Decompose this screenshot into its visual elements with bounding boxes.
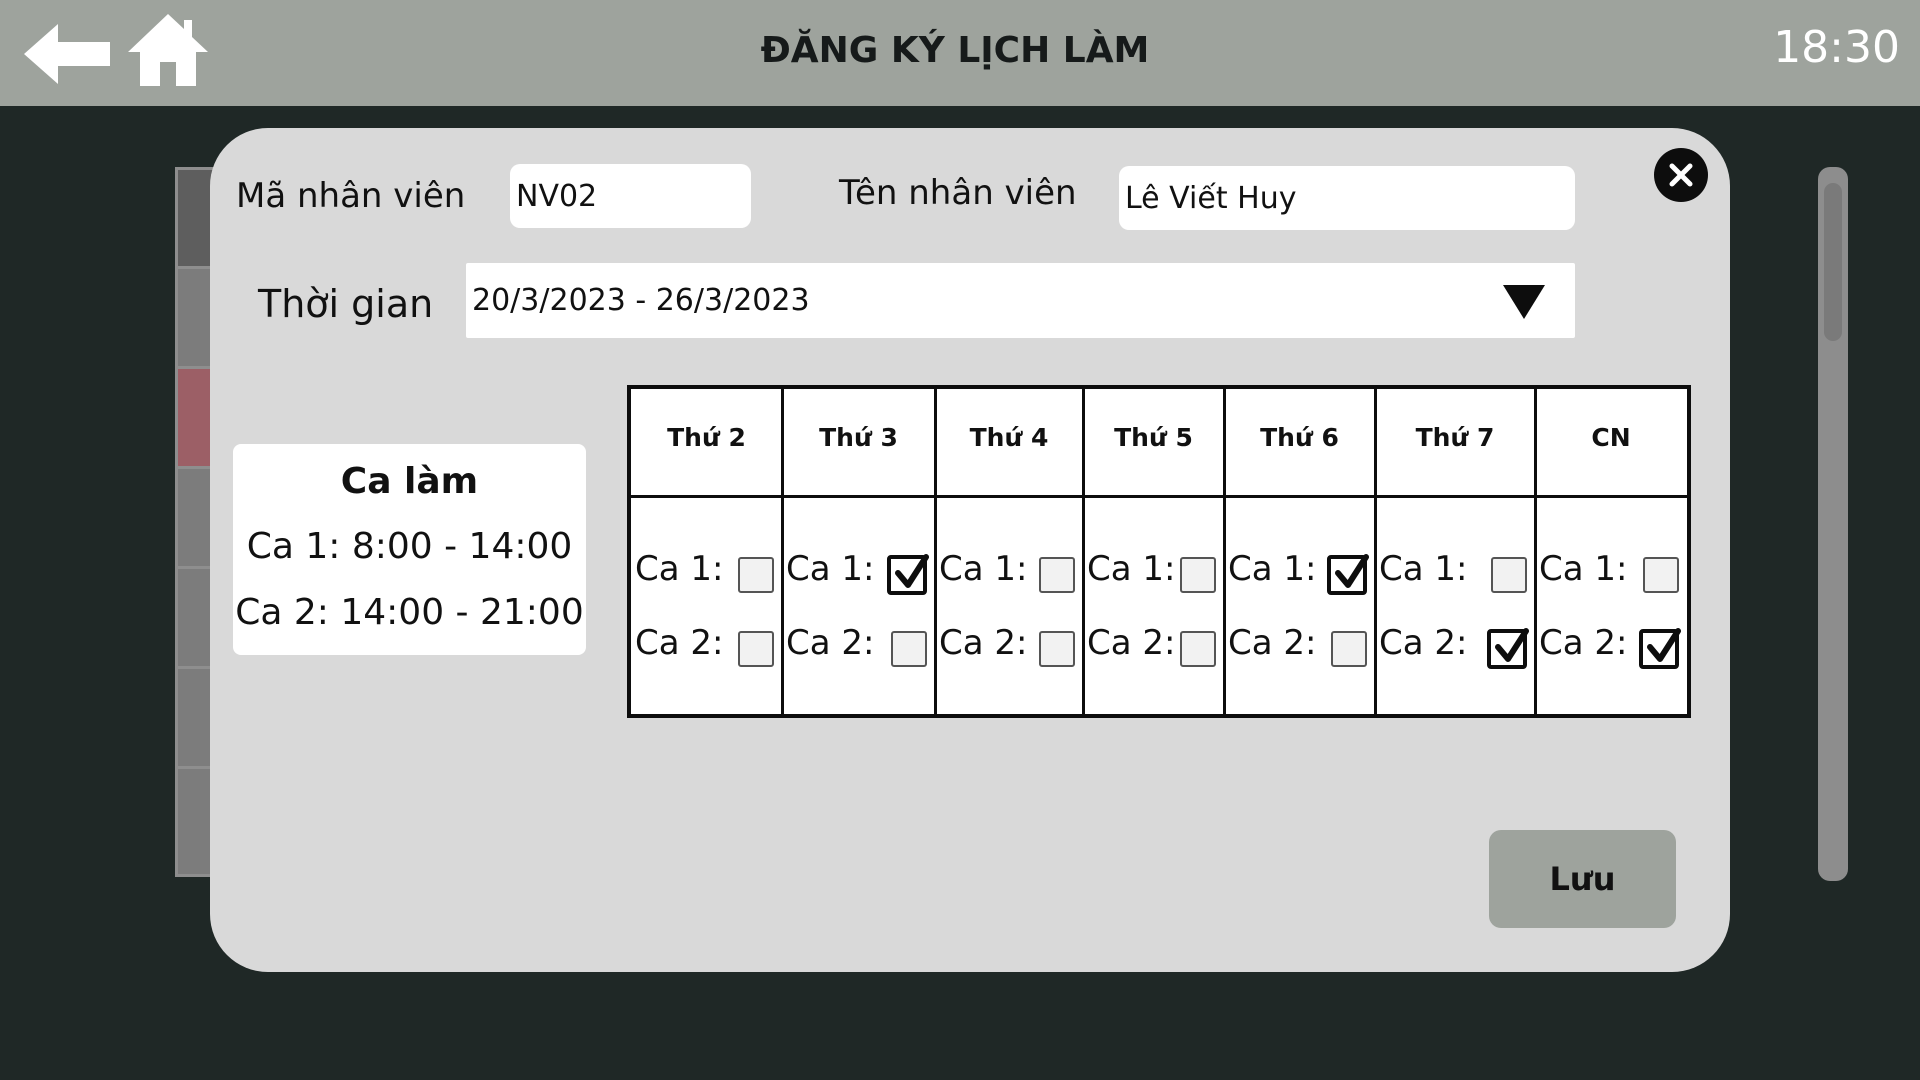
shift-1-checkbox[interactable] <box>1327 554 1369 595</box>
shift-2-label: Ca 2: <box>1228 623 1317 663</box>
employee-name-label: Tên nhân viên <box>839 173 1077 213</box>
shift-1-checkbox[interactable] <box>1180 557 1216 593</box>
shift-1-label: Ca 1: <box>1228 549 1317 589</box>
day-header: Thứ 7 <box>1415 423 1495 452</box>
shift-info-title: Ca làm <box>340 461 479 502</box>
check-icon <box>1495 628 1529 662</box>
shift-2-checkbox[interactable] <box>1180 631 1216 667</box>
shift-1-checkbox[interactable] <box>1039 557 1075 593</box>
shift-1-checkbox[interactable] <box>1643 557 1679 593</box>
shift-1-checkbox[interactable] <box>887 554 929 595</box>
employee-id-field[interactable]: NV02 <box>510 164 751 228</box>
shift-2-checkbox[interactable] <box>1487 628 1529 669</box>
shift-2-checkbox[interactable] <box>1331 631 1367 667</box>
shift-1-checkbox[interactable] <box>1491 557 1527 593</box>
check-icon <box>1335 554 1369 588</box>
page-title: ĐĂNG KÝ LỊCH LÀM <box>760 30 1150 71</box>
shift-1-label: Ca 1: <box>786 549 875 589</box>
save-button[interactable]: Lưu <box>1489 830 1676 928</box>
shift-2-checkbox[interactable] <box>891 631 927 667</box>
close-icon <box>1669 163 1693 187</box>
shift-1-info: Ca 1: 8:00 - 14:00 <box>246 526 573 567</box>
scrollbar-thumb[interactable] <box>1824 183 1842 341</box>
period-label: Thời gian <box>258 282 434 326</box>
employee-name-value: Lê Viết Huy <box>1125 180 1297 216</box>
shift-1-label: Ca 1: <box>1087 549 1176 589</box>
shift-2-checkbox[interactable] <box>1039 631 1075 667</box>
day-header: Thứ 3 <box>819 423 898 452</box>
day-header: Thứ 6 <box>1260 423 1339 452</box>
table-divider <box>631 495 1687 498</box>
shift-2-label: Ca 2: <box>635 623 724 663</box>
day-header: Thứ 4 <box>969 423 1049 452</box>
shift-2-info: Ca 2: 14:00 - 21:00 <box>235 592 584 633</box>
day-header: Thứ 5 <box>1114 423 1193 452</box>
close-button[interactable] <box>1654 148 1708 202</box>
top-bar: ĐĂNG KÝ LỊCH LÀM 18:30 <box>0 0 1920 106</box>
dropdown-arrow-icon <box>1503 285 1545 319</box>
schedule-table: Thứ 2 Ca 1: Ca 2: Thứ 3 Ca 1: Ca 2: Thứ 4 Ca 1:… <box>627 385 1691 718</box>
scrollbar[interactable] <box>1818 167 1848 881</box>
period-dropdown[interactable]: 20/3/2023 - 26/3/2023 <box>466 263 1575 338</box>
shift-1-label: Ca 1: <box>939 549 1028 589</box>
shift-1-checkbox[interactable] <box>738 557 774 593</box>
shift-2-label: Ca 2: <box>1539 623 1628 663</box>
shift-1-label: Ca 1: <box>635 549 724 589</box>
clock: 18:30 <box>1773 22 1900 73</box>
shift-2-checkbox[interactable] <box>738 631 774 667</box>
shift-2-label: Ca 2: <box>939 623 1028 663</box>
shift-2-checkbox[interactable] <box>1639 628 1681 669</box>
shift-2-label: Ca 2: <box>1087 623 1176 663</box>
employee-name-field[interactable]: Lê Viết Huy <box>1119 166 1575 230</box>
check-icon <box>895 554 929 588</box>
shift-info-box: Ca làm Ca 1: 8:00 - 14:00 Ca 2: 14:00 - … <box>233 444 586 655</box>
employee-id-value: NV02 <box>516 178 598 214</box>
day-header: Thứ 2 <box>667 423 746 452</box>
check-icon <box>1647 628 1681 662</box>
shift-2-label: Ca 2: <box>786 623 875 663</box>
shift-1-label: Ca 1: <box>1539 549 1628 589</box>
shift-2-label: Ca 2: <box>1379 623 1468 663</box>
day-header: CN <box>1591 423 1631 452</box>
period-value: 20/3/2023 - 26/3/2023 <box>472 283 810 318</box>
shift-1-label: Ca 1: <box>1379 549 1468 589</box>
employee-id-label: Mã nhân viên <box>236 176 466 216</box>
